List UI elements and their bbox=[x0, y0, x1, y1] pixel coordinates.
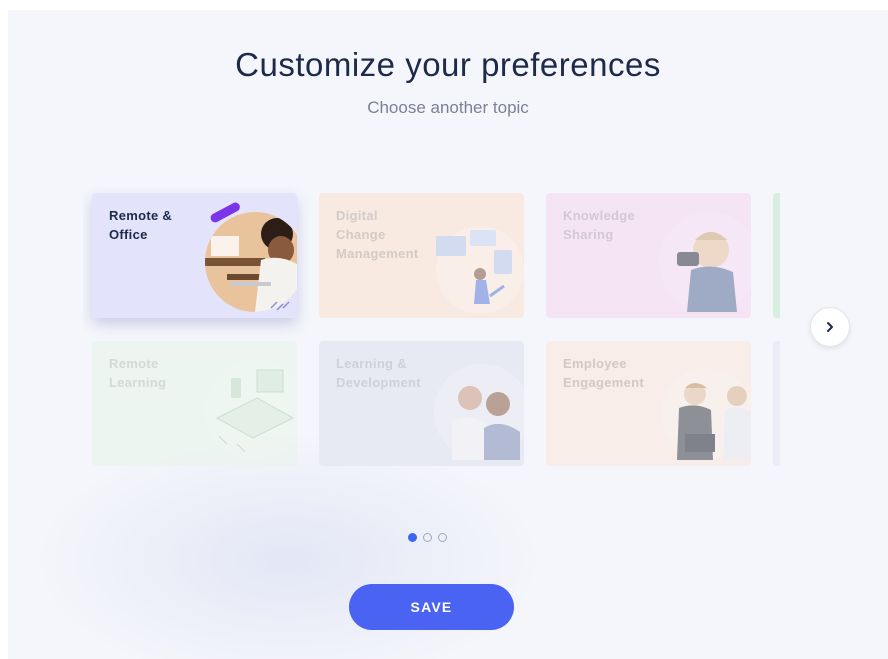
topic-card-label: Learning & Development bbox=[336, 354, 426, 392]
topic-card-remote-learning[interactable]: Remote Learning bbox=[92, 341, 297, 466]
topic-card-label-line1: Remote & bbox=[109, 208, 173, 223]
chevron-right-icon bbox=[827, 322, 833, 332]
pagination-dot-3[interactable] bbox=[438, 533, 447, 542]
topic-card-label: Remote & Office bbox=[109, 206, 199, 244]
topic-card-digital-change-management[interactable]: Digital Change Management bbox=[319, 193, 524, 318]
topic-card-label-line2: Office bbox=[109, 227, 148, 242]
topic-card-label: Remote Learning bbox=[109, 354, 199, 392]
topic-card-label-line2: Engagement bbox=[563, 375, 645, 390]
carousel-pagination bbox=[408, 533, 447, 542]
topic-card-label-line2: Development bbox=[336, 375, 421, 390]
remote-learning-illustration bbox=[205, 360, 297, 460]
digital-change-illustration bbox=[436, 226, 524, 314]
topic-card-label: Employee Engagement bbox=[563, 354, 653, 392]
topic-card-learning-development[interactable]: Learning & Development bbox=[319, 341, 524, 466]
topic-card-label: Knowledge Sharing bbox=[563, 206, 653, 244]
remote-office-illustration bbox=[205, 202, 297, 312]
topic-card-label-line1: Employee bbox=[563, 356, 627, 371]
topic-card-label-line1: Learning & bbox=[336, 356, 407, 371]
topic-card-label-line2: Learning bbox=[109, 375, 167, 390]
employee-engagement-illustration bbox=[661, 368, 751, 460]
pagination-dot-2[interactable] bbox=[423, 533, 432, 542]
topic-card-remote-office[interactable]: Remote & Office bbox=[92, 193, 297, 318]
pagination-dot-1[interactable] bbox=[408, 533, 417, 542]
carousel-next-button[interactable] bbox=[810, 307, 850, 347]
topic-card-label: Digital Change Management bbox=[336, 206, 426, 263]
topic-card-label-line1: Knowledge bbox=[563, 208, 636, 223]
topic-carousel: Remote & Office Digital Change Managemen… bbox=[83, 183, 780, 473]
topic-card-label-line2: Management bbox=[336, 246, 419, 261]
topic-card-partial-1[interactable] bbox=[773, 193, 780, 318]
learning-development-illustration bbox=[434, 364, 524, 460]
topic-card-employee-engagement[interactable]: Employee Engagement bbox=[546, 341, 751, 466]
topic-card-label-line2: Sharing bbox=[563, 227, 614, 242]
topic-card-label-line1: Digital Change bbox=[336, 208, 386, 242]
topic-card-knowledge-sharing[interactable]: Knowledge Sharing bbox=[546, 193, 751, 318]
page-title: Customize your preferences bbox=[235, 46, 661, 83]
topic-card-partial-2[interactable] bbox=[773, 341, 780, 466]
topic-card-label-line1: Remote bbox=[109, 356, 159, 371]
knowledge-sharing-illustration bbox=[659, 212, 751, 312]
save-button[interactable]: SAVE bbox=[349, 584, 514, 630]
page-subtitle: Choose another topic bbox=[367, 98, 529, 117]
